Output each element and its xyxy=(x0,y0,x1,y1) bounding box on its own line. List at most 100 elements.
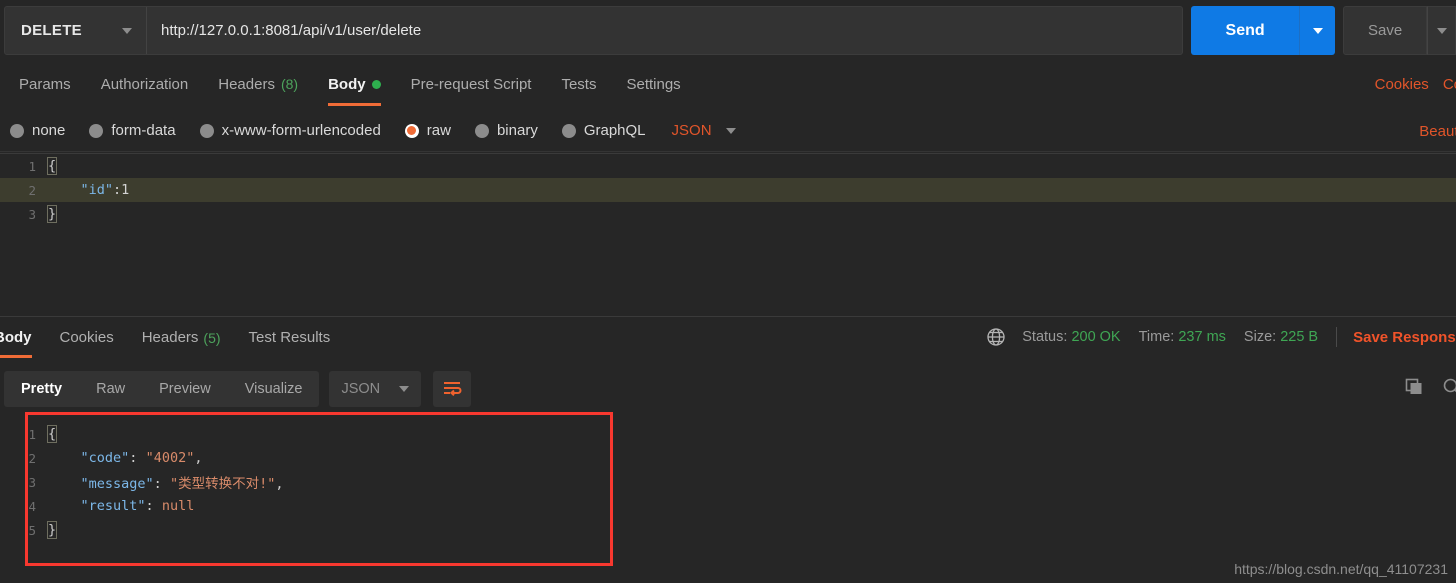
status-value: 200 OK xyxy=(1071,329,1121,345)
beautify-button[interactable]: Beautif xyxy=(1419,110,1456,152)
body-type-x-www-form-urlencoded[interactable]: x-www-form-urlencoded xyxy=(199,122,381,139)
response-toolbar: Pretty Raw Preview Visualize JSON xyxy=(0,366,1456,412)
url-group: DELETE http://127.0.0.1:8081/api/v1/user… xyxy=(4,6,1184,55)
save-button[interactable]: Save xyxy=(1343,6,1428,55)
code-token: : xyxy=(129,450,146,466)
line-number: 1 xyxy=(28,426,36,442)
size-label: Size: xyxy=(1243,329,1277,345)
copy-icon[interactable] xyxy=(1404,377,1424,402)
raw-format-dropdown[interactable]: JSON xyxy=(672,122,736,139)
tab-headers[interactable]: Headers (8) xyxy=(203,62,313,106)
response-body-viewer[interactable]: 1{ 2 "code": "4002", 3 "message": "类型转换不对!… xyxy=(0,412,1456,583)
cookies-link[interactable]: Cookies xyxy=(1375,76,1429,93)
request-bar: DELETE http://127.0.0.1:8081/api/v1/user… xyxy=(0,0,1456,57)
code-text: "result": null xyxy=(48,498,195,514)
tab-label: Params xyxy=(19,75,71,93)
code-line: 1{ xyxy=(0,154,1456,178)
response-tab-test-results[interactable]: Test Results xyxy=(235,317,345,358)
code-line: 3} xyxy=(0,202,1456,226)
code-token: 1 xyxy=(121,182,130,198)
line-number: 4 xyxy=(28,498,36,514)
wrap-lines-button[interactable] xyxy=(433,371,472,407)
response-tab-cookies[interactable]: Cookies xyxy=(46,317,128,358)
code-token: "类型转换不对!" xyxy=(169,476,276,492)
search-icon[interactable] xyxy=(1442,377,1456,402)
tab-label: Tests xyxy=(561,75,597,93)
wrap-lines-icon xyxy=(444,382,462,397)
view-mode-visualize[interactable]: Visualize xyxy=(228,371,320,407)
tab-pre-request-script[interactable]: Pre-request Script xyxy=(396,62,547,106)
send-button[interactable]: Send xyxy=(1191,6,1300,55)
tab-label: Pre-request Script xyxy=(410,75,532,93)
tab-settings[interactable]: Settings xyxy=(611,62,695,106)
view-mode-label: Visualize xyxy=(244,381,303,397)
network-globe-icon xyxy=(986,327,1006,347)
view-mode-raw[interactable]: Raw xyxy=(79,371,142,407)
body-type-label: none xyxy=(32,122,66,139)
request-right-links: Cookies Co xyxy=(1375,62,1456,106)
send-options-button[interactable] xyxy=(1299,6,1336,55)
code-line: 4 "result": null xyxy=(0,494,1456,518)
body-type-raw[interactable]: raw xyxy=(404,122,451,139)
code-token: "message" xyxy=(80,476,154,492)
response-meta: Status: 200 OK Time: 237 ms Size: 225 B … xyxy=(986,316,1456,358)
tab-params[interactable]: Params xyxy=(4,62,86,106)
view-mode-preview[interactable]: Preview xyxy=(142,371,228,407)
body-type-binary[interactable]: binary xyxy=(474,122,538,139)
size-meta: Size: 225 B xyxy=(1244,329,1318,345)
line-number: 2 xyxy=(28,450,36,466)
chevron-down-icon xyxy=(399,386,410,392)
chevron-down-icon xyxy=(1312,27,1323,34)
tab-label: Headers xyxy=(141,329,199,346)
url-input[interactable]: http://127.0.0.1:8081/api/v1/user/delete xyxy=(147,7,1182,54)
code-line: 1{ xyxy=(0,422,1456,446)
status-label: Status: xyxy=(1022,329,1068,345)
code-line: 5} xyxy=(0,518,1456,542)
code-token: "result" xyxy=(80,498,146,514)
tab-label: Settings xyxy=(626,75,681,93)
line-number: 1 xyxy=(28,158,36,174)
response-format-dropdown[interactable]: JSON xyxy=(329,371,422,407)
send-group: Send xyxy=(1191,6,1336,55)
response-format-label: JSON xyxy=(341,381,381,397)
body-type-graphql[interactable]: GraphQL xyxy=(561,122,646,139)
radio-icon xyxy=(89,123,104,138)
body-type-form-data[interactable]: form-data xyxy=(89,122,176,139)
body-type-row: none form-data x-www-form-urlencoded raw… xyxy=(0,110,1456,152)
time-value: 237 ms xyxy=(1178,329,1226,345)
response-toolbar-right xyxy=(1404,366,1456,412)
response-tab-body[interactable]: Body xyxy=(0,317,46,358)
tab-tests[interactable]: Tests xyxy=(546,62,611,106)
response-tab-headers[interactable]: Headers (5) xyxy=(128,317,235,358)
code-text: } xyxy=(46,521,58,539)
line-number: 3 xyxy=(28,474,36,490)
tab-authorization[interactable]: Authorization xyxy=(86,62,204,106)
http-method-dropdown[interactable]: DELETE xyxy=(5,7,147,54)
request-body-editor[interactable]: 1{2 "id":1 3} xyxy=(0,153,1456,305)
chevron-down-icon xyxy=(122,27,132,34)
code-text: "code": "4002", xyxy=(48,450,203,466)
body-present-dot-icon xyxy=(371,79,381,89)
line-number: 2 xyxy=(28,182,36,198)
code-token: { xyxy=(46,157,58,175)
tab-label: Cookies xyxy=(59,329,114,346)
save-options-button[interactable] xyxy=(1427,6,1456,55)
code-text: } xyxy=(46,205,58,223)
code-text: "id":1 xyxy=(48,182,130,198)
time-label: Time: xyxy=(1138,329,1175,345)
code-link[interactable]: Co xyxy=(1443,76,1456,93)
chevron-down-icon xyxy=(725,127,736,134)
body-type-label: GraphQL xyxy=(583,122,646,139)
body-type-label: binary xyxy=(496,122,538,139)
save-response-button[interactable]: Save Response xyxy=(1353,329,1456,346)
watermark: https://blog.csdn.net/qq_41107231 xyxy=(1234,561,1448,577)
response-view-modes: Pretty Raw Preview Visualize xyxy=(4,371,320,407)
tab-count: (8) xyxy=(280,76,299,92)
view-mode-pretty[interactable]: Pretty xyxy=(4,371,79,407)
tab-label: Headers xyxy=(218,75,275,93)
body-type-none[interactable]: none xyxy=(10,122,65,139)
tab-body[interactable]: Body xyxy=(313,62,396,106)
view-mode-label: Raw xyxy=(96,381,126,397)
